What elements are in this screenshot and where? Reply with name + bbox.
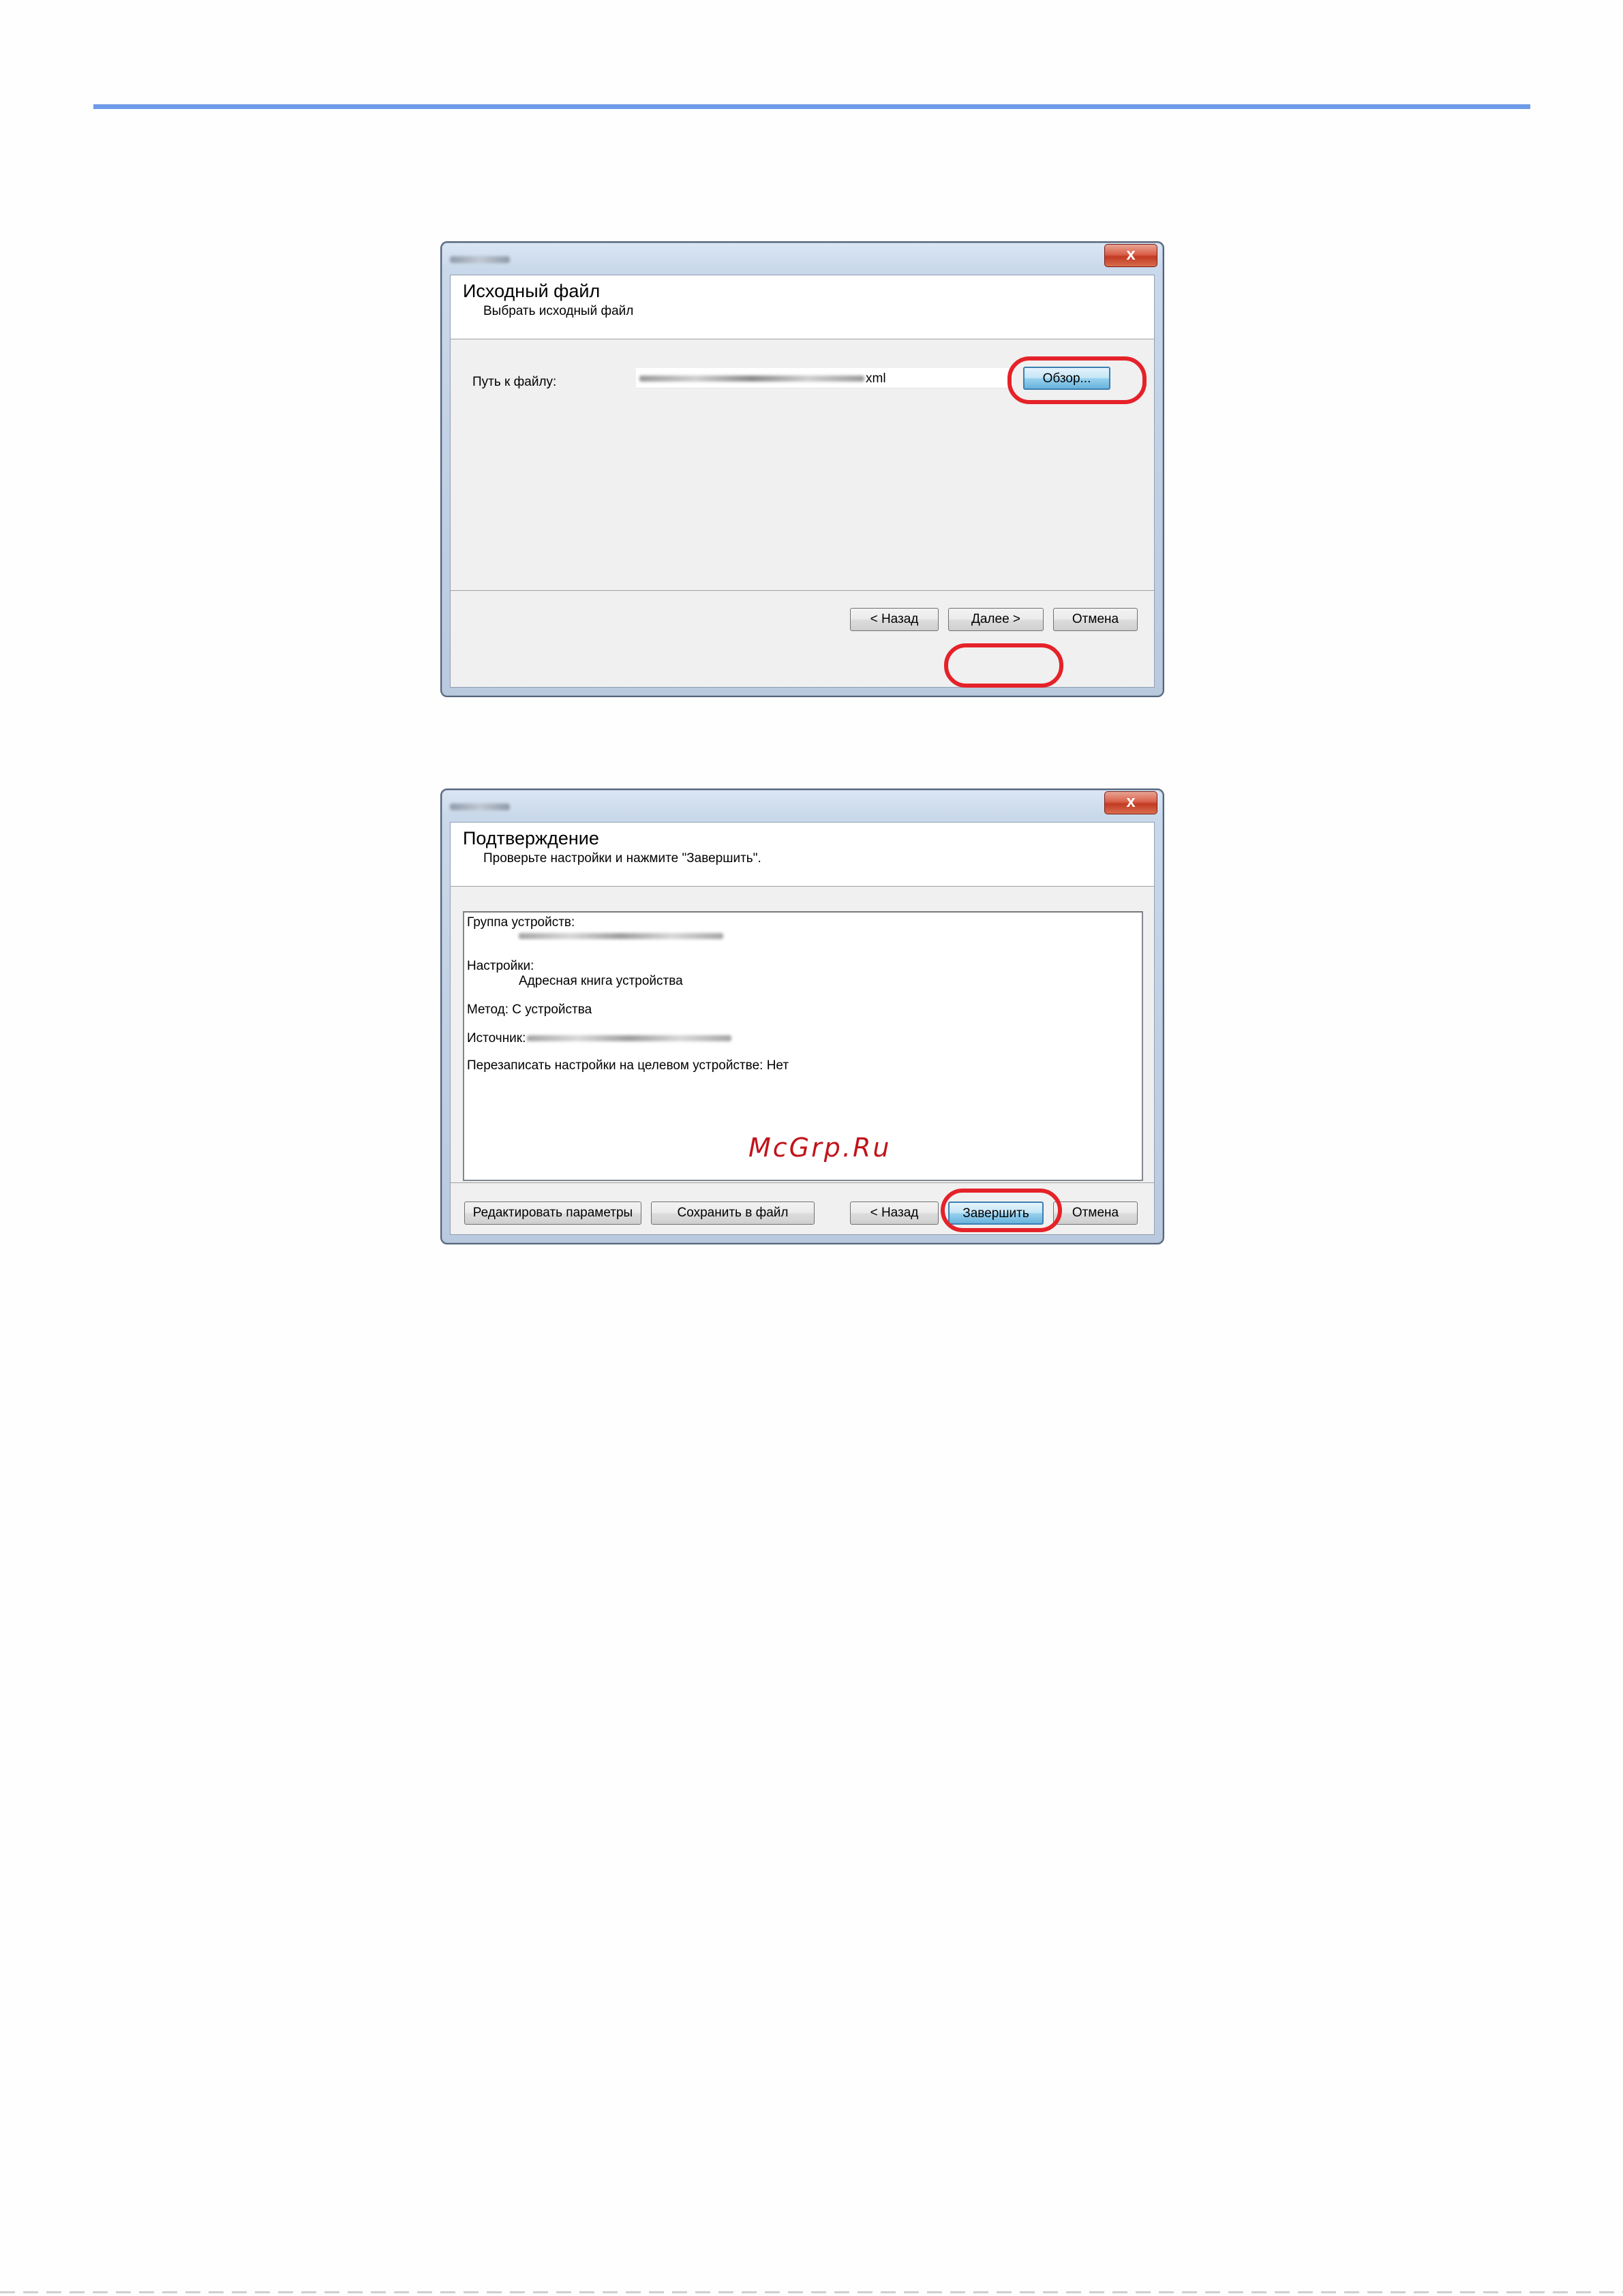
source-value-blurred [527, 1035, 731, 1041]
cancel-button[interactable]: Отмена [1053, 608, 1138, 631]
page-title: Подтверждение [463, 828, 599, 848]
cancel-button[interactable]: Отмена [1053, 1201, 1138, 1225]
window-title-blurred [450, 256, 510, 263]
page-title: Исходный файл [463, 281, 601, 301]
wizard-header: Подтверждение Проверьте настройки и нажм… [451, 823, 1154, 887]
settings-value: Адресная книга устройства [519, 974, 683, 988]
footer-divider [451, 1182, 1154, 1183]
window-title-blurred [450, 803, 510, 810]
back-button[interactable]: < Назад [850, 608, 939, 631]
dialog-client-area: Исходный файл Выбрать исходный файл Путь… [450, 275, 1155, 688]
method-line: Метод: С устройства [467, 1002, 592, 1017]
file-path-input[interactable]: xml [636, 368, 1013, 388]
watermark-text: McGrp.Ru [748, 1133, 892, 1163]
save-to-file-button[interactable]: Сохранить в файл [651, 1201, 815, 1225]
overwrite-line: Перезаписать настройки на целевом устрой… [467, 1058, 789, 1073]
device-group-label: Группа устройств: [467, 915, 575, 930]
wizard-header: Исходный файл Выбрать исходный файл [451, 275, 1154, 339]
edit-parameters-button[interactable]: Редактировать параметры [464, 1201, 641, 1225]
source-label: Источник: [467, 1031, 526, 1045]
device-group-value-blurred [519, 933, 723, 939]
footer-divider [451, 590, 1154, 591]
bottom-rule [0, 2291, 1623, 2293]
dialog-client-area: Подтверждение Проверьте настройки и нажм… [450, 822, 1155, 1235]
file-extension: xml [866, 371, 886, 386]
next-button[interactable]: Далее > [948, 608, 1044, 631]
close-button[interactable]: x [1104, 244, 1157, 267]
back-button[interactable]: < Назад [850, 1201, 939, 1225]
file-path-blurred [639, 376, 864, 382]
titlebar[interactable]: x [442, 790, 1163, 821]
highlight-ring-next [944, 643, 1063, 688]
settings-label: Настройки: [467, 959, 534, 973]
page-subtitle: Проверьте настройки и нажмите "Завершить… [483, 851, 761, 866]
confirmation-dialog: x Подтверждение Проверьте настройки и на… [440, 789, 1164, 1244]
source-file-dialog: x Исходный файл Выбрать исходный файл Пу… [440, 241, 1164, 697]
close-button[interactable]: x [1104, 791, 1157, 814]
file-path-label: Путь к файлу: [472, 375, 557, 389]
highlight-ring-browse [1007, 356, 1147, 404]
top-rule [93, 104, 1530, 109]
page-subtitle: Выбрать исходный файл [483, 304, 634, 318]
titlebar[interactable]: x [442, 243, 1163, 274]
highlight-ring-finish [941, 1189, 1062, 1232]
